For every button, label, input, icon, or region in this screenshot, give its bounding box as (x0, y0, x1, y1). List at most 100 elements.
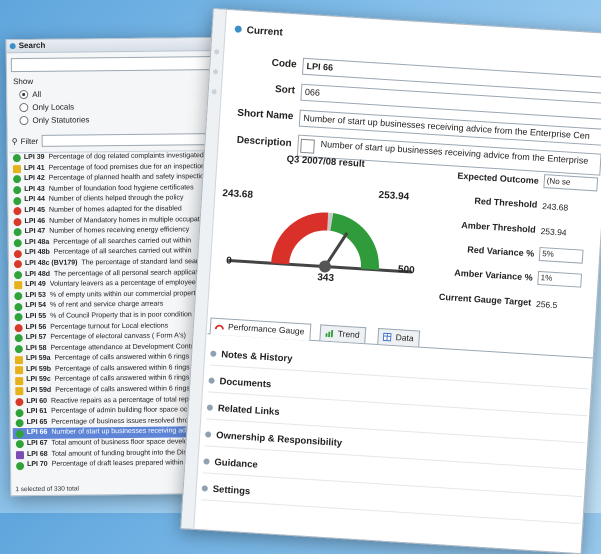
expand-button[interactable] (300, 139, 315, 154)
current-gauge-target-label: Current Gauge Target (431, 291, 531, 307)
gutter-bullet (212, 89, 217, 94)
red-threshold-label: Red Threshold (437, 193, 537, 209)
section-label: Documents (219, 376, 271, 390)
indicator-code: LPI 67 (27, 439, 48, 450)
indicator-code: LPI 45 (24, 206, 45, 217)
indicator-code: LPI 53 (25, 291, 46, 302)
status-green-icon (16, 462, 24, 470)
indicator-code: LPI 68 (27, 449, 48, 460)
indicator-code: LPI 44 (24, 195, 45, 206)
section-label: Settings (212, 484, 250, 497)
code-label: Code (224, 55, 297, 70)
tab-label: Data (395, 332, 414, 343)
status-red-icon (14, 250, 22, 258)
indicator-code: LPI 48c (BV179) (25, 258, 78, 269)
status-red-icon (13, 218, 21, 226)
indicator-code: LPI 61 (26, 407, 47, 418)
search-input[interactable] (11, 56, 235, 72)
expected-outcome-select[interactable]: (No se (543, 174, 598, 191)
gauge-icon (215, 322, 225, 332)
tab-data[interactable]: Data (377, 328, 420, 347)
gauge-max: 500 (398, 264, 415, 276)
radio-icon[interactable] (19, 116, 28, 125)
radio-icon[interactable] (19, 103, 28, 112)
status-amber-icon (13, 165, 21, 173)
status-green-icon (14, 239, 22, 247)
expand-dot-icon (208, 377, 214, 383)
gauge-red-band (280, 219, 328, 267)
gutter-bullet (213, 69, 218, 74)
section-label: Ownership & Responsibility (216, 430, 343, 449)
indicator-code: LPI 41 (24, 163, 45, 174)
selection-count: 1 selected of 330 total (15, 485, 79, 493)
indicator-code: LPI 57 (26, 333, 47, 344)
status-red-icon (15, 398, 23, 406)
current-section-title[interactable]: Current (234, 24, 283, 38)
indicator-name: % of empty units within our commercial p… (50, 289, 199, 301)
indicator-code: LPI 48a (25, 238, 50, 249)
short-name-label: Short Name (221, 107, 294, 122)
indicator-code: LPI 49 (25, 280, 46, 291)
status-green-icon (16, 440, 24, 448)
sort-label: Sort (223, 81, 296, 96)
indicator-code: LPI 47 (25, 227, 46, 238)
indicator-name: Percentage of draft leases prepared with… (52, 458, 200, 470)
section-label: Related Links (218, 403, 280, 418)
expand-dot-icon (205, 431, 211, 437)
tab-label: Trend (337, 328, 359, 339)
indicator-code: LPI 59a (26, 354, 51, 365)
indicator-code: LPI 59c (26, 375, 51, 386)
tab-performance-gauge[interactable]: Performance Gauge (209, 317, 310, 340)
status-red-icon (14, 260, 22, 268)
amber-variance-field[interactable]: 1% (537, 271, 582, 288)
radio-label: All (32, 90, 41, 99)
indicator-name: % of Council Property that is in poor co… (50, 310, 192, 322)
filter-icon: ⚲ (12, 137, 18, 146)
status-green-icon (13, 186, 21, 194)
gauge-value: 343 (317, 272, 334, 284)
indicator-code: LPI 60 (26, 396, 47, 407)
status-green-icon (16, 430, 24, 438)
indicator-code: LPI 66 (27, 428, 48, 439)
amber-threshold-label: Amber Threshold (436, 218, 536, 234)
indicator-code: LPI 54 (25, 301, 46, 312)
status-green-icon (14, 313, 22, 321)
collapse-dot-icon[interactable] (10, 43, 16, 49)
gauge-low-threshold: 243.68 (222, 188, 253, 201)
expand-dot-icon (202, 485, 208, 491)
status-green-icon (14, 271, 22, 279)
status-amber-icon (15, 377, 23, 385)
indicator-code: LPI 46 (24, 216, 45, 227)
indicator-code: LPI 55 (25, 312, 46, 323)
description-label: Description (219, 134, 292, 149)
data-table-icon (382, 332, 392, 342)
amber-threshold-value: 253.94 (540, 226, 567, 238)
radio-icon[interactable] (19, 90, 28, 99)
status-green-icon (13, 154, 21, 162)
status-green-icon (15, 334, 23, 342)
indicator-code: LPI 70 (27, 460, 48, 471)
status-green-icon (15, 409, 23, 417)
radio-label: Only Statutories (32, 115, 89, 125)
expand-dot-icon (203, 458, 209, 464)
indicator-code: LPI 48b (25, 248, 50, 259)
expand-dot-icon (207, 404, 213, 410)
expand-dot-icon (210, 351, 216, 357)
status-amber-icon (15, 387, 23, 395)
expected-outcome-label: Expected Outcome (439, 170, 539, 186)
tab-trend[interactable]: Trend (319, 324, 366, 343)
status-green-icon (14, 229, 22, 237)
status-amber-icon (15, 366, 23, 374)
radio-label: Only Locals (32, 103, 74, 112)
trend-chart-icon (325, 329, 335, 339)
red-variance-field[interactable]: 5% (539, 247, 584, 264)
red-variance-label: Red Variance % (434, 242, 534, 258)
status-green-icon (14, 303, 22, 311)
status-green-icon (16, 419, 24, 427)
status-amber-icon (14, 281, 22, 289)
indicator-code: LPI 48d (25, 269, 50, 280)
gauge-green-band (329, 222, 373, 269)
red-threshold-value: 243.68 (542, 201, 569, 213)
indicator-code: LPI 59d (26, 386, 51, 397)
indicator-code: LPI 59b (26, 365, 51, 376)
